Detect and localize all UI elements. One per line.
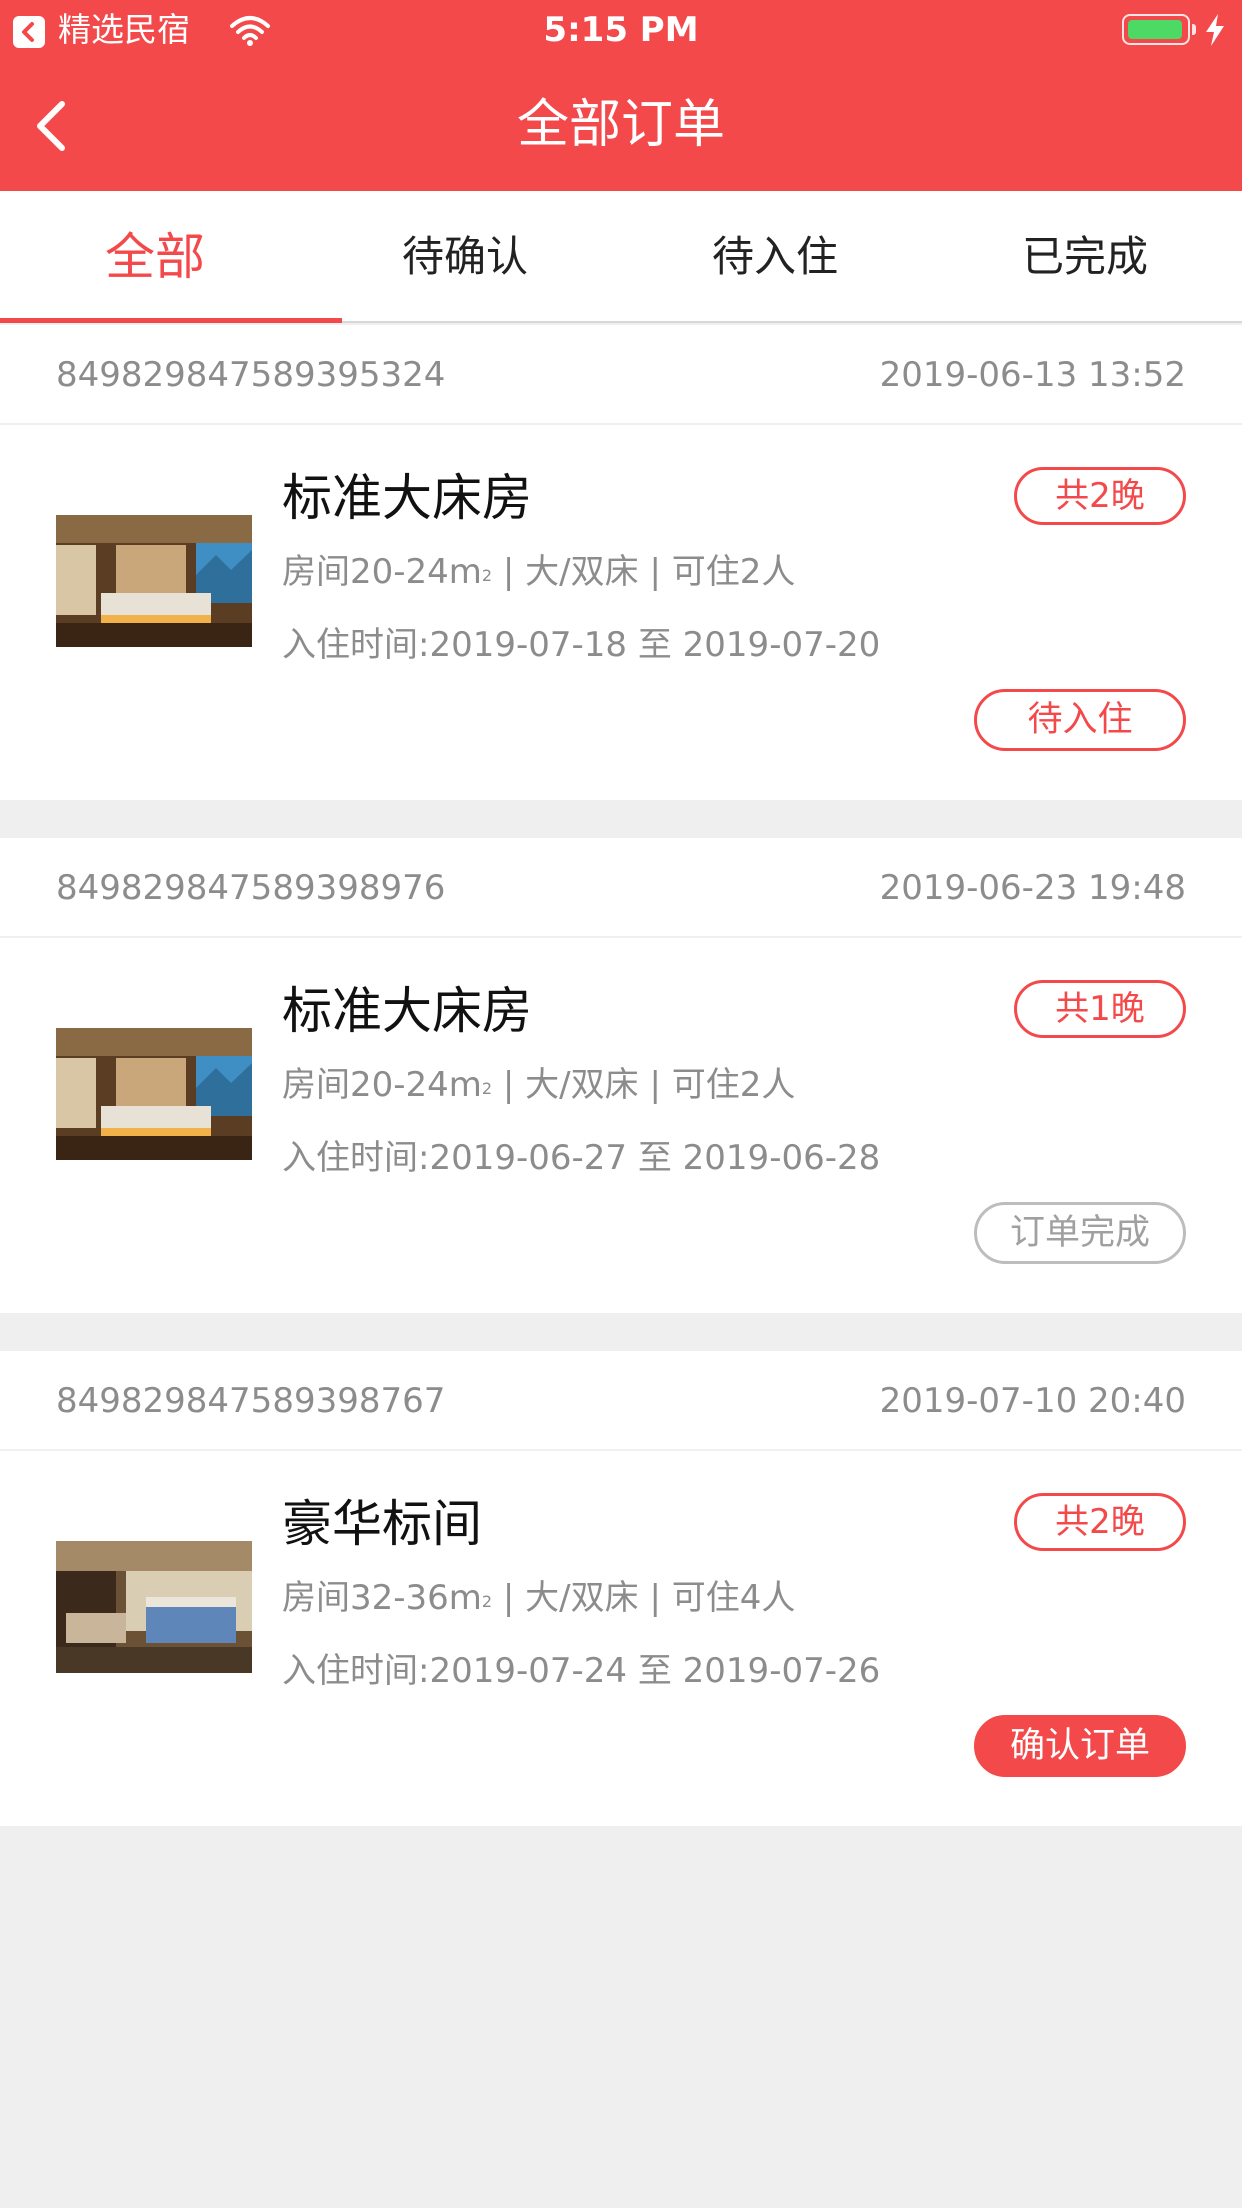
room-size-unit-sup: 2 xyxy=(481,566,493,585)
room-spec-details: | 大/双床 | 可住2人 xyxy=(492,552,796,592)
order-tabs: 全部 待确认 待入住 已完成 xyxy=(0,191,1242,323)
checkin-dates: 入住时间:2019-07-18 至 2019-07-20 xyxy=(282,625,881,665)
active-tab-indicator xyxy=(0,318,342,323)
order-number: 849829847589398767 xyxy=(56,1381,446,1421)
order-status-button[interactable]: 待入住 xyxy=(974,689,1186,751)
nights-badge: 共2晚 xyxy=(1014,467,1186,525)
app-header: 精选民宿 5:15 PM 全部订单 xyxy=(0,0,1242,191)
room-size: 房间32-36m xyxy=(282,1578,482,1618)
order-card[interactable]: 849829847589395324 2019-06-13 13:52 标准大床… xyxy=(0,325,1242,800)
confirm-order-button[interactable]: 确认订单 xyxy=(974,1715,1186,1777)
room-spec: 房间32-36m2 | 大/双床 | 可住4人 xyxy=(282,1573,795,1623)
battery-icon xyxy=(1122,14,1190,45)
order-created-time: 2019-07-10 20:40 xyxy=(879,1381,1186,1421)
room-name: 豪华标间 xyxy=(282,1495,482,1553)
room-size: 房间20-24m xyxy=(282,552,482,592)
page-title: 全部订单 xyxy=(516,95,725,155)
status-clock: 5:15 PM xyxy=(543,10,699,50)
order-created-time: 2019-06-23 19:48 xyxy=(879,868,1186,908)
room-thumbnail xyxy=(56,1541,252,1673)
battery-cap xyxy=(1192,24,1196,35)
order-status-button[interactable]: 订单完成 xyxy=(974,1202,1186,1264)
room-spec-details: | 大/双床 | 可住4人 xyxy=(492,1578,796,1618)
tab-completed[interactable]: 已完成 xyxy=(930,191,1240,321)
room-spec: 房间20-24m2 | 大/双床 | 可住2人 xyxy=(282,1060,795,1110)
room-name: 标准大床房 xyxy=(282,469,532,527)
checkin-dates: 入住时间:2019-07-24 至 2019-07-26 xyxy=(282,1651,881,1691)
tab-pending-checkin[interactable]: 待入住 xyxy=(620,191,930,321)
order-number: 849829847589398976 xyxy=(56,868,446,908)
checkin-dates: 入住时间:2019-06-27 至 2019-06-28 xyxy=(282,1138,881,1178)
order-card[interactable]: 849829847589398976 2019-06-23 19:48 标准大床… xyxy=(0,838,1242,1313)
order-created-time: 2019-06-13 13:52 xyxy=(879,355,1186,395)
room-name: 标准大床房 xyxy=(282,982,532,1040)
room-spec-details: | 大/双床 | 可住2人 xyxy=(492,1065,796,1105)
nights-badge: 共1晚 xyxy=(1014,980,1186,1038)
tab-pending-confirm[interactable]: 待确认 xyxy=(310,191,620,321)
tab-all[interactable]: 全部 xyxy=(0,191,310,321)
room-thumbnail xyxy=(56,515,252,647)
order-header: 849829847589395324 2019-06-13 13:52 xyxy=(0,325,1242,425)
room-spec: 房间20-24m2 | 大/双床 | 可住2人 xyxy=(282,547,795,597)
status-bar: 精选民宿 5:15 PM xyxy=(0,0,1242,60)
order-number: 849829847589395324 xyxy=(56,355,446,395)
order-header: 849829847589398976 2019-06-23 19:48 xyxy=(0,838,1242,938)
order-card[interactable]: 849829847589398767 2019-07-10 20:40 豪华标间… xyxy=(0,1351,1242,1826)
order-header: 849829847589398767 2019-07-10 20:40 xyxy=(0,1351,1242,1451)
charging-bolt-icon xyxy=(1206,14,1224,46)
nights-badge: 共2晚 xyxy=(1014,1493,1186,1551)
room-thumbnail xyxy=(56,1028,252,1160)
room-size: 房间20-24m xyxy=(282,1065,482,1105)
room-size-unit-sup: 2 xyxy=(481,1079,493,1098)
room-size-unit-sup: 2 xyxy=(481,1592,493,1611)
